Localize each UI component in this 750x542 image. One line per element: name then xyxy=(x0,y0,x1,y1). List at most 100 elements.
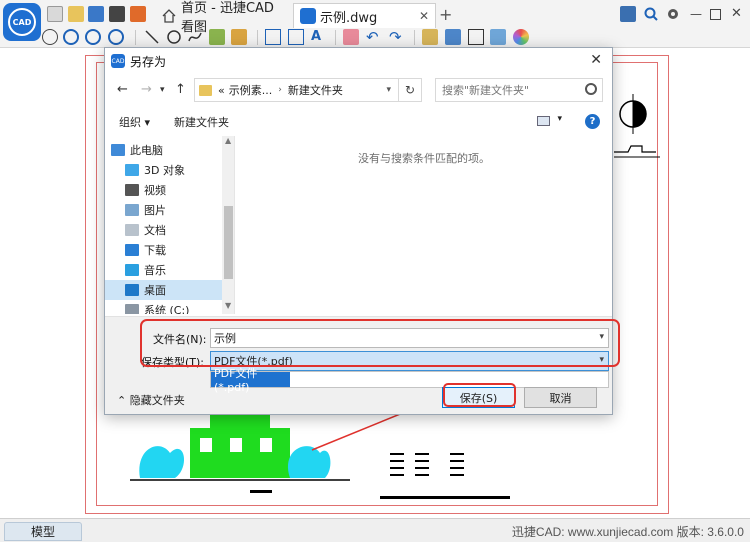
cube-icon[interactable] xyxy=(468,29,484,45)
tree-label: 下载 xyxy=(144,244,166,257)
zoom-window-icon[interactable] xyxy=(85,29,101,45)
version-text: 迅捷CAD: www.xunjiecad.com 版本: 3.6.0.0 xyxy=(511,525,744,539)
minimize-icon[interactable]: — xyxy=(690,6,706,22)
maximize-icon[interactable] xyxy=(710,9,721,20)
eraser-icon[interactable] xyxy=(343,29,359,45)
tree-item-this-pc[interactable]: 此电脑 xyxy=(105,140,222,160)
tab-home[interactable]: 首页 - 迅捷CAD看图 xyxy=(155,1,290,35)
screen-icon[interactable] xyxy=(620,6,636,22)
dialog-close-icon[interactable]: ✕ xyxy=(590,52,602,68)
3d-view-icon[interactable] xyxy=(445,29,461,45)
empty-message: 没有与搜索条件匹配的项。 xyxy=(358,152,490,165)
dialog-title: 另存为 xyxy=(130,54,167,69)
hide-folders-label: 隐藏文件夹 xyxy=(129,394,185,407)
navigation-pane: 此电脑 3D 对象 视频 图片 文档 下载 音乐 桌面 系统 (C:) ▲ ▼ xyxy=(105,136,235,314)
circle-tool-icon[interactable] xyxy=(166,29,182,45)
dialog-titlebar: CAD 另存为 ✕ xyxy=(105,48,612,74)
curve-tool-icon[interactable] xyxy=(187,29,203,45)
recent-dropdown-icon[interactable]: ▾ xyxy=(160,85,165,95)
rectangle-tool-icon[interactable] xyxy=(265,29,281,45)
filetype-option-pdf[interactable]: PDF文件(*.pdf) xyxy=(211,367,290,394)
filetype-options-list: PDF文件(*.pdf) xyxy=(210,367,609,394)
search-input[interactable]: 搜索"新建文件夹" xyxy=(435,78,603,102)
color-wheel-icon[interactable] xyxy=(513,29,529,45)
forward-icon[interactable]: → xyxy=(141,82,152,97)
drive-icon xyxy=(125,304,139,314)
gear-icon[interactable] xyxy=(665,6,681,22)
tree-label: 图片 xyxy=(144,204,166,217)
command-bar: 组织 ▾ 新建文件夹 ▾ ? xyxy=(105,110,612,134)
computer-icon xyxy=(111,144,125,156)
3d-objects-icon xyxy=(125,164,139,176)
picture-icon xyxy=(125,204,139,216)
back-icon[interactable]: ← xyxy=(117,82,128,97)
cancel-button[interactable]: 取消 xyxy=(524,387,597,408)
app-window: CAD 首页 - 迅捷CAD看图 示例.dwg ✕ + — ✕ A ↶ ↷ 模型… xyxy=(0,0,750,542)
address-dropdown-icon[interactable]: ▾ xyxy=(386,85,391,95)
export-icon[interactable] xyxy=(130,6,146,22)
help-icon[interactable]: ? xyxy=(585,114,600,129)
tree-item-3d-objects[interactable]: 3D 对象 xyxy=(105,160,222,180)
model-tab[interactable]: 模型 xyxy=(4,522,82,541)
scroll-up-icon[interactable]: ▲ xyxy=(225,136,231,145)
new-folder-button[interactable]: 新建文件夹 xyxy=(174,114,229,130)
download-icon xyxy=(125,244,139,256)
pan-icon[interactable] xyxy=(42,29,58,45)
search-placeholder: 搜索"新建文件夹" xyxy=(442,84,530,97)
print-preview-icon[interactable] xyxy=(490,29,506,45)
tree-item-videos[interactable]: 视频 xyxy=(105,180,222,200)
file-list-pane[interactable]: 没有与搜索条件匹配的项。 xyxy=(236,136,612,314)
close-window-icon[interactable]: ✕ xyxy=(731,6,747,22)
document-icon xyxy=(125,224,139,236)
refresh-button[interactable]: ↻ xyxy=(398,78,422,102)
polyline-tool-icon[interactable] xyxy=(209,29,225,45)
view-dropdown-icon[interactable]: ▾ xyxy=(557,114,562,124)
tree-item-documents[interactable]: 文档 xyxy=(105,220,222,240)
tab-document[interactable]: 示例.dwg ✕ xyxy=(293,3,436,28)
measure-tool-icon[interactable] xyxy=(288,29,304,45)
breadcrumb-current[interactable]: 新建文件夹 xyxy=(288,82,343,98)
tree-scrollbar-thumb[interactable] xyxy=(224,206,233,279)
tree-label: 文档 xyxy=(144,224,166,237)
open-file-icon[interactable] xyxy=(68,6,84,22)
chevron-up-icon: ⌃ xyxy=(117,394,130,407)
line-tool-icon[interactable] xyxy=(144,29,160,45)
undo-icon[interactable]: ↶ xyxy=(366,29,382,45)
breadcrumb-root: « xyxy=(218,83,225,97)
tree-item-drive-c[interactable]: 系统 (C:) xyxy=(105,300,222,314)
tree-label: 音乐 xyxy=(144,264,166,277)
tree-label: 视频 xyxy=(144,184,166,197)
video-icon xyxy=(125,184,139,196)
redo-icon[interactable]: ↷ xyxy=(389,29,405,45)
search-icon xyxy=(585,83,597,95)
annotate-tool-icon[interactable] xyxy=(231,29,247,45)
tree-label: 此电脑 xyxy=(130,144,163,157)
save-icon[interactable] xyxy=(88,6,104,22)
close-tab-icon[interactable]: ✕ xyxy=(419,9,429,23)
organize-button[interactable]: 组织 ▾ xyxy=(119,114,150,130)
text-tool-icon[interactable]: A xyxy=(311,29,327,45)
app-logo-icon[interactable]: CAD xyxy=(3,3,41,41)
add-tab-icon[interactable]: + xyxy=(439,5,452,24)
zoom-in-icon[interactable] xyxy=(63,29,79,45)
tree-item-music[interactable]: 音乐 xyxy=(105,260,222,280)
top-toolbar: CAD 首页 - 迅捷CAD看图 示例.dwg ✕ + — ✕ A ↶ ↷ xyxy=(0,0,750,48)
toolbar-divider xyxy=(257,30,258,45)
new-file-icon[interactable] xyxy=(47,6,63,22)
search-icon[interactable] xyxy=(643,6,659,22)
address-bar[interactable]: « 示例素... › 新建文件夹 ▾ xyxy=(194,78,422,102)
print-icon[interactable] xyxy=(109,6,125,22)
tree-item-downloads[interactable]: 下载 xyxy=(105,240,222,260)
tree-label: 3D 对象 xyxy=(144,164,185,177)
scroll-down-icon[interactable]: ▼ xyxy=(225,301,231,310)
layer-icon[interactable] xyxy=(422,29,438,45)
zoom-extents-icon[interactable] xyxy=(108,29,124,45)
up-icon[interactable]: ↑ xyxy=(175,82,186,97)
tree-item-desktop[interactable]: 桌面 xyxy=(105,280,222,300)
view-mode-icon[interactable] xyxy=(537,116,550,126)
hide-folders-toggle[interactable]: ⌃ 隐藏文件夹 xyxy=(117,392,185,408)
breadcrumb-parent[interactable]: 示例素... xyxy=(229,82,273,98)
tree-item-pictures[interactable]: 图片 xyxy=(105,200,222,220)
tab-document-label: 示例.dwg xyxy=(320,10,378,26)
toolbar-divider xyxy=(135,30,136,45)
